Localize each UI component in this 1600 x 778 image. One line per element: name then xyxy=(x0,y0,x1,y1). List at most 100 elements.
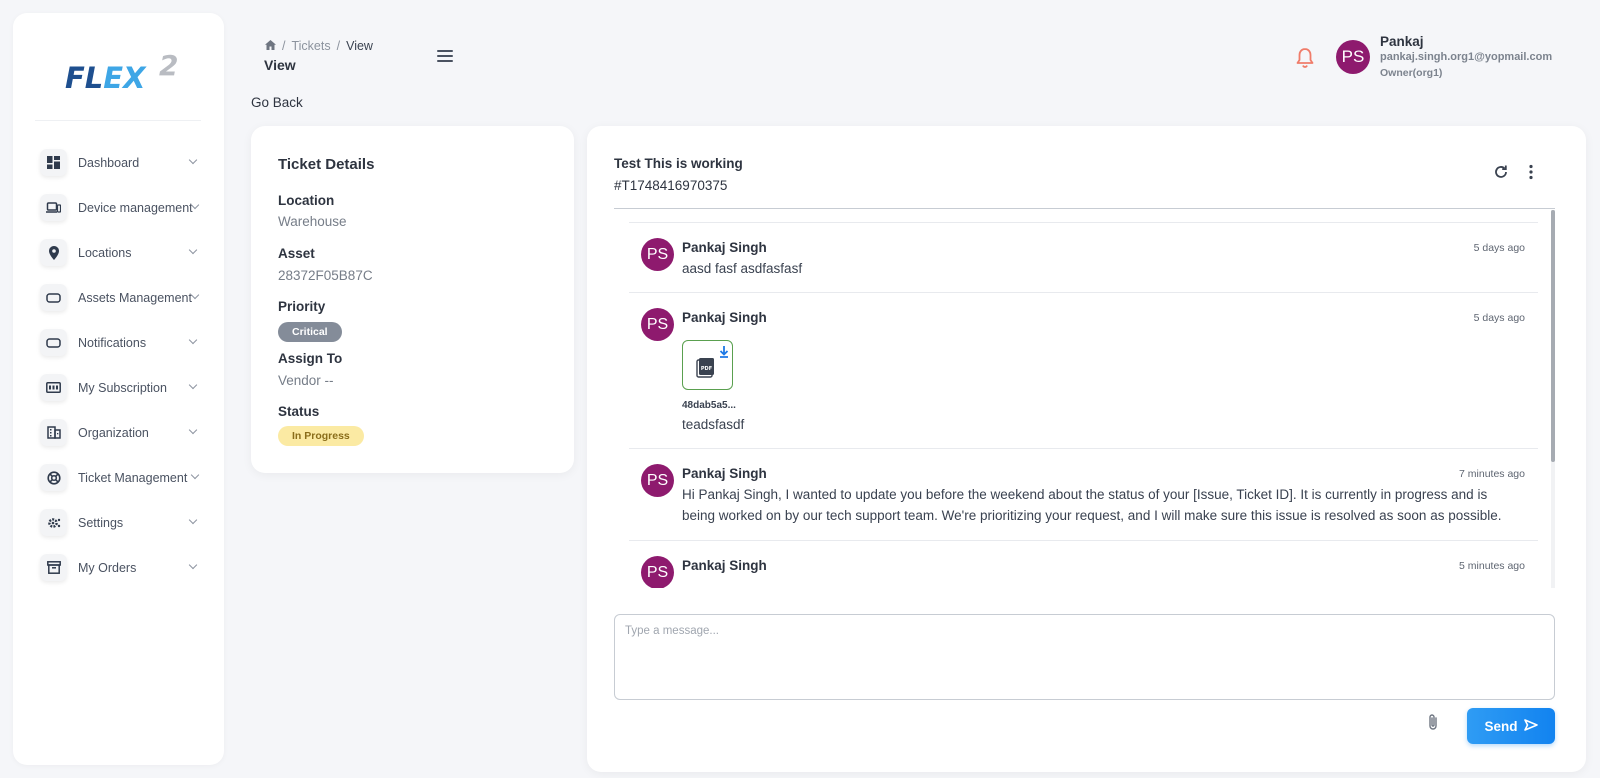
sidebar: FLEX 2 Dashboard Device management Locat… xyxy=(13,13,224,765)
message-item: PS Pankaj Singh 5 days ago PDF 48dab5a5.… xyxy=(629,292,1538,448)
sidebar-item-label: Locations xyxy=(78,245,132,260)
go-back-link[interactable]: Go Back xyxy=(251,95,303,110)
chevron-down-icon xyxy=(188,515,198,525)
chevron-down-icon xyxy=(188,560,198,570)
chevron-down-icon xyxy=(190,290,200,300)
gear-icon xyxy=(40,509,67,536)
location-value: Warehouse xyxy=(278,214,347,229)
message-author: Pankaj Singh xyxy=(682,558,767,573)
assign-to-label: Assign To xyxy=(278,351,343,366)
ticket-details-card: Ticket Details Location Warehouse Asset … xyxy=(251,126,574,473)
status-badge: In Progress xyxy=(278,426,364,446)
avatar: PS xyxy=(641,556,674,588)
message-author: Pankaj Singh xyxy=(682,310,767,325)
scrollbar-thumb[interactable] xyxy=(1551,210,1555,462)
message-list[interactable]: PS Pankaj Singh 5 days ago aasd fasf asd… xyxy=(614,210,1555,588)
logo-part: E xyxy=(103,61,124,95)
logo-superscript: 2 xyxy=(159,49,179,82)
sidebar-item-my-subscription[interactable]: My Subscription xyxy=(13,365,224,410)
sidebar-item-label: Assets Management xyxy=(78,290,192,305)
logo-part: FL xyxy=(65,61,104,95)
sidebar-item-label: My Subscription xyxy=(78,380,167,395)
attachment-name[interactable]: 48dab5a5... xyxy=(682,400,736,411)
message-author: Pankaj Singh xyxy=(682,240,767,255)
location-pin-icon xyxy=(40,239,67,266)
avatar[interactable]: PS xyxy=(1336,40,1370,74)
message-item: PS Pankaj Singh 7 minutes ago Hi Pankaj … xyxy=(629,448,1538,540)
sidebar-divider xyxy=(35,120,201,121)
message-text: aasd fasf asdfasfasf xyxy=(682,261,803,276)
user-role: Owner(org1) xyxy=(1380,67,1443,79)
location-label: Location xyxy=(278,193,335,208)
support-icon xyxy=(40,464,67,491)
message-item: PS Pankaj Singh 5 minutes ago xyxy=(629,540,1538,588)
dashboard-icon xyxy=(40,149,67,176)
notification-box-icon xyxy=(40,329,67,356)
subscription-icon xyxy=(40,374,67,401)
sidebar-item-locations[interactable]: Locations xyxy=(13,230,224,275)
divider xyxy=(614,208,1555,209)
chevron-down-icon xyxy=(188,380,198,390)
bell-icon[interactable] xyxy=(1295,47,1315,69)
breadcrumb-current: View xyxy=(346,39,373,53)
send-button[interactable]: Send xyxy=(1467,708,1555,744)
logo-part: X xyxy=(123,61,146,95)
home-icon[interactable] xyxy=(265,39,276,53)
svg-text:PDF: PDF xyxy=(701,366,712,372)
sidebar-item-label: Dashboard xyxy=(78,155,140,170)
message-author: Pankaj Singh xyxy=(682,466,767,481)
message-time: 5 days ago xyxy=(1473,312,1525,324)
message-input[interactable] xyxy=(614,614,1555,700)
sidebar-item-label: Ticket Management xyxy=(78,470,188,485)
page-title: View xyxy=(264,57,296,73)
sidebar-item-label: Device management xyxy=(78,200,193,215)
flex-logo[interactable]: FLEX 2 xyxy=(51,41,191,97)
avatar: PS xyxy=(641,238,674,271)
avatar: PS xyxy=(641,464,674,497)
message-time: 7 minutes ago xyxy=(1459,468,1525,480)
asset-value: 28372F05B87C xyxy=(278,268,373,283)
breadcrumb: / Tickets / View xyxy=(265,39,373,53)
breadcrumb-separator: / xyxy=(282,39,286,53)
sidebar-item-label: Organization xyxy=(78,425,149,440)
priority-badge: Critical xyxy=(278,322,342,342)
scrollbar[interactable] xyxy=(1551,210,1555,588)
conversation-card: Test This is working #T1748416970375 PS … xyxy=(587,126,1586,772)
more-options-icon[interactable] xyxy=(1528,164,1534,180)
message-text: Hi Pankaj Singh, I wanted to update you … xyxy=(682,487,1502,523)
ticket-title: Test This is working xyxy=(614,156,743,171)
breadcrumb-separator: / xyxy=(336,39,341,53)
assign-to-value: Vendor -- xyxy=(278,373,334,388)
sidebar-item-settings[interactable]: Settings xyxy=(13,500,224,545)
sidebar-item-label: Settings xyxy=(78,515,124,530)
asset-icon xyxy=(40,284,67,311)
chevron-down-icon xyxy=(188,425,198,435)
attachment-file[interactable]: PDF xyxy=(682,340,733,390)
laptop-icon xyxy=(40,194,67,221)
priority-label: Priority xyxy=(278,299,326,314)
sidebar-item-dashboard[interactable]: Dashboard xyxy=(13,140,224,185)
sidebar-item-label: My Orders xyxy=(78,560,137,575)
sidebar-item-organization[interactable]: Organization xyxy=(13,410,224,455)
sidebar-item-assets-management[interactable]: Assets Management xyxy=(13,275,224,320)
status-label: Status xyxy=(278,404,320,419)
asset-label: Asset xyxy=(278,246,315,261)
sidebar-item-ticket-management[interactable]: Ticket Management xyxy=(13,455,224,500)
paperclip-icon[interactable] xyxy=(1426,713,1440,731)
sidebar-item-my-orders[interactable]: My Orders xyxy=(13,545,224,590)
chevron-down-icon xyxy=(188,155,198,165)
menu-toggle-icon[interactable] xyxy=(437,50,453,62)
avatar: PS xyxy=(641,308,674,341)
sidebar-nav: Dashboard Device management Locations As… xyxy=(13,140,224,590)
sidebar-item-device-management[interactable]: Device management xyxy=(13,185,224,230)
chevron-down-icon xyxy=(188,335,198,345)
breadcrumb-tickets[interactable]: Tickets xyxy=(291,39,330,53)
sidebar-item-label: Notifications xyxy=(78,335,147,350)
chevron-down-icon xyxy=(188,245,198,255)
refresh-icon[interactable] xyxy=(1493,164,1509,180)
building-icon xyxy=(40,419,67,446)
ticket-id: #T1748416970375 xyxy=(614,178,728,193)
send-label: Send xyxy=(1484,718,1518,734)
sidebar-item-notifications[interactable]: Notifications xyxy=(13,320,224,365)
chevron-down-icon xyxy=(190,470,200,480)
